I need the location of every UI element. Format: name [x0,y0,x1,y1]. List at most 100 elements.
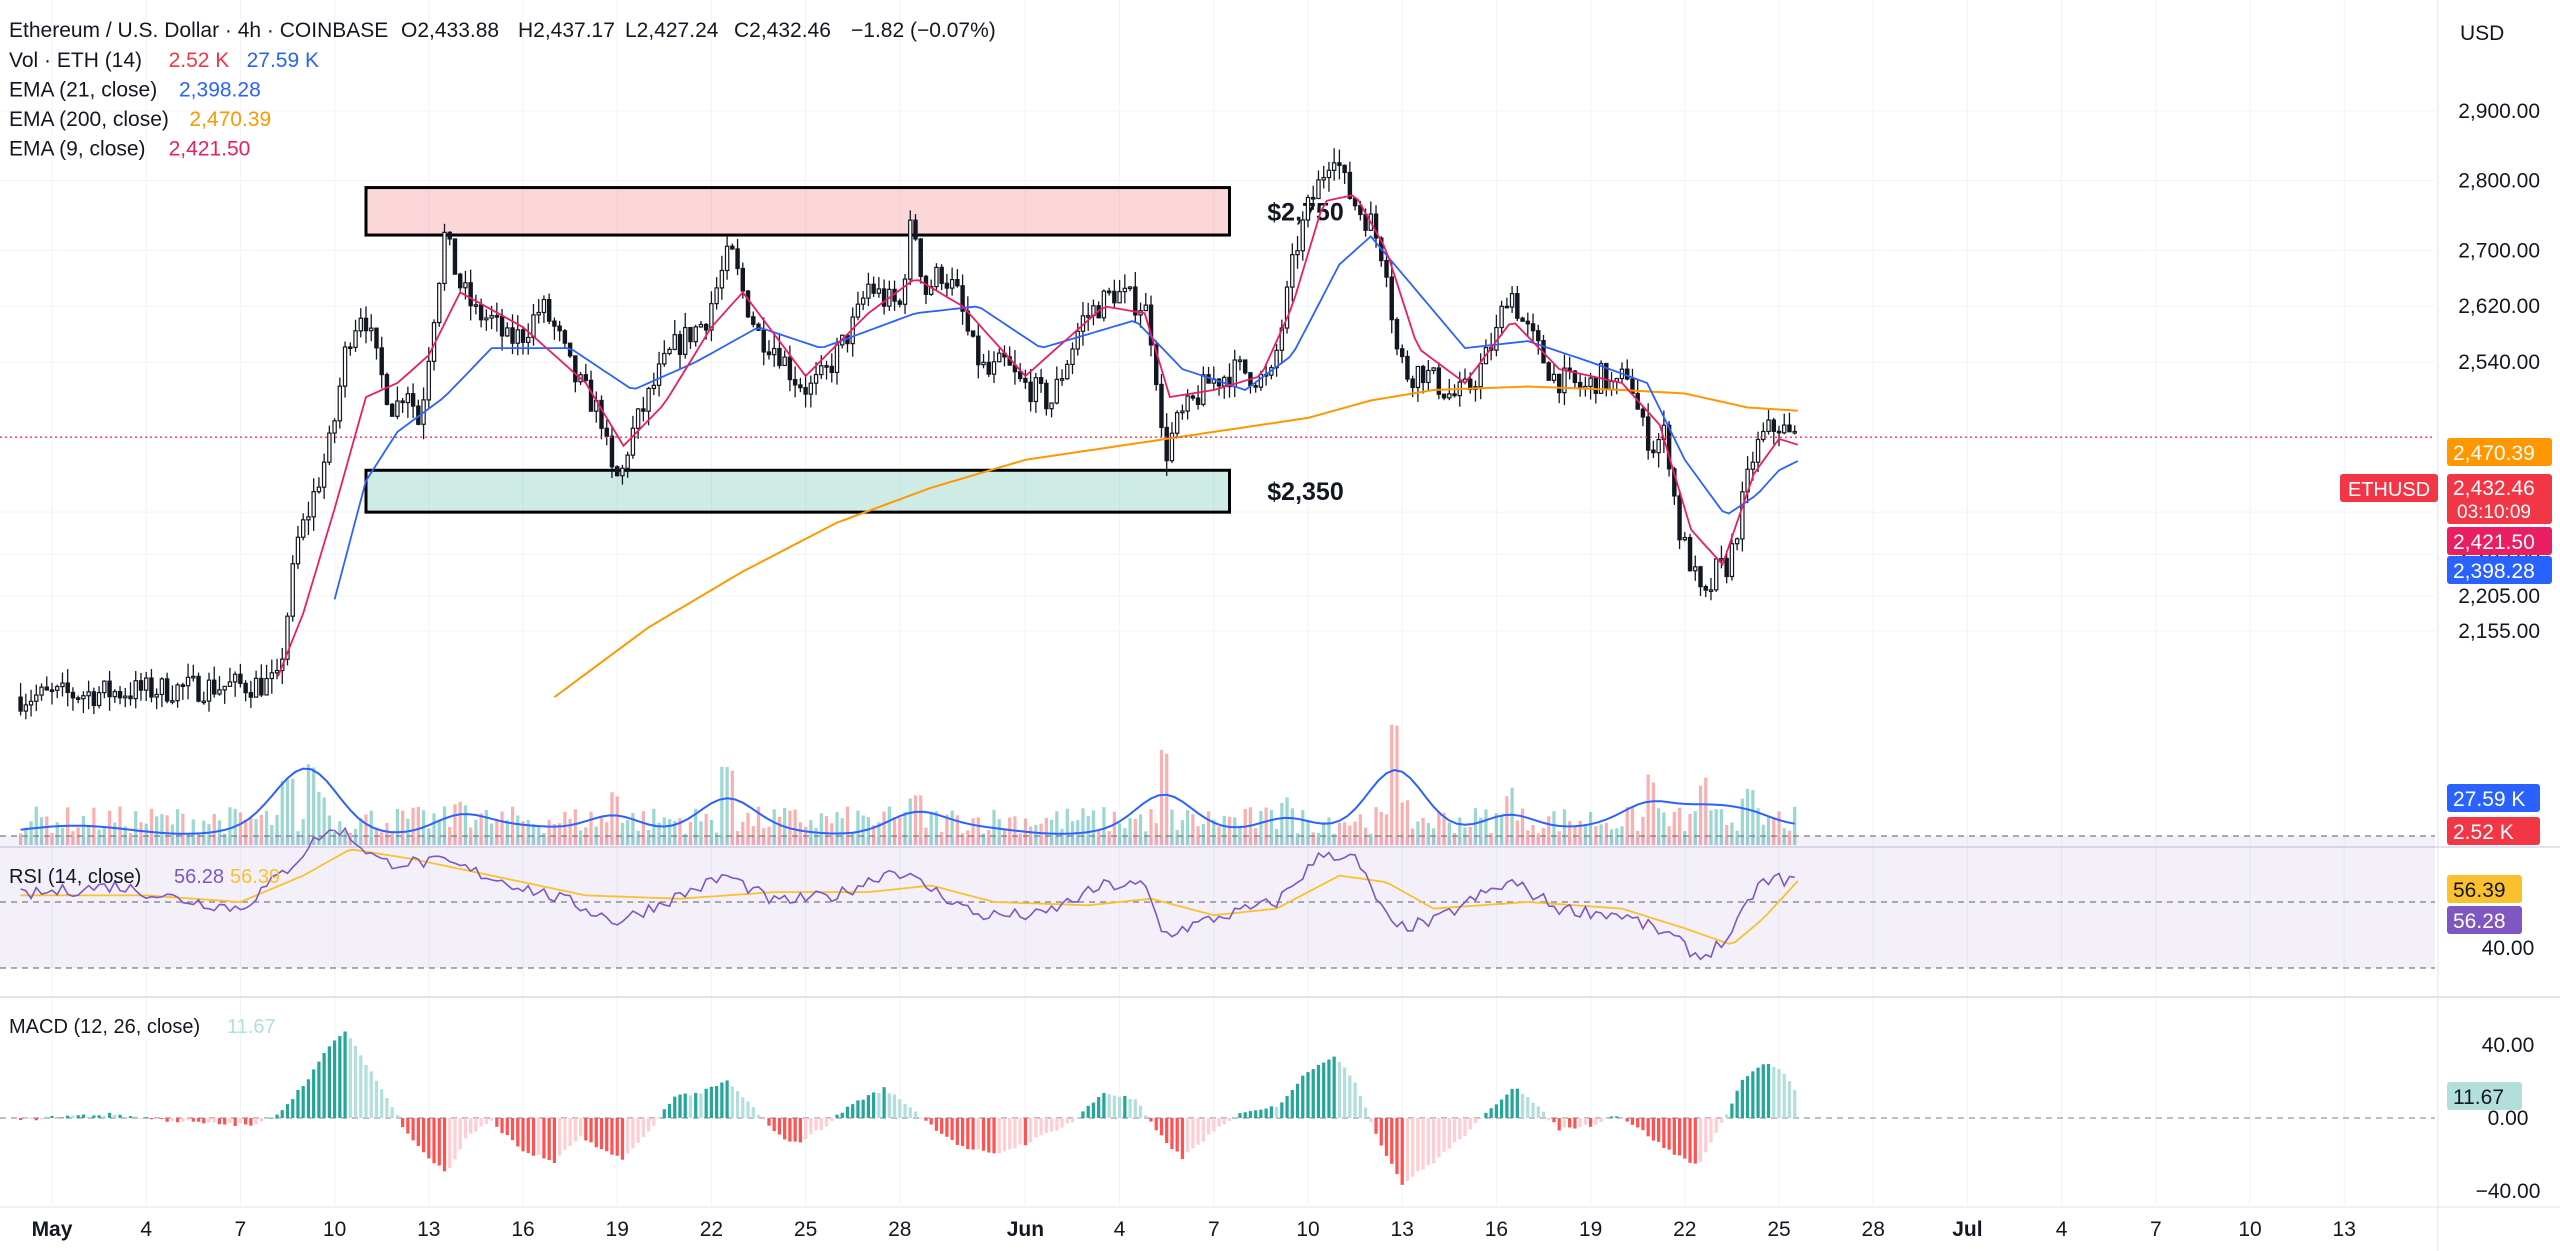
volume-ma-tag: 27.59 K [2453,788,2525,811]
macd-histogram-bar [463,1118,468,1139]
macd-histogram-bar [1086,1105,1090,1118]
macd-histogram-bar [1667,1118,1671,1150]
candle-body [1394,319,1400,350]
macd-histogram-bar [448,1118,452,1168]
macd-histogram-bar [830,1118,834,1121]
candle-body [1478,363,1483,388]
currency-label[interactable]: USD [2460,22,2504,45]
macd-histogram-bar [453,1118,457,1160]
macd-histogram-bar [735,1091,740,1118]
macd-histogram-bar [1573,1118,1577,1129]
candle-body [1059,378,1065,381]
macd-histogram-bar [1023,1118,1028,1146]
macd-histogram-bar [1431,1118,1436,1164]
candle-body [290,563,295,617]
zone-label: $2,750 [1267,198,1343,226]
candle-body [991,361,997,375]
macd-histogram-bar [1547,1118,1551,1121]
candle-body [363,317,369,332]
macd-histogram-bar [1295,1083,1300,1118]
macd-histogram-bar [756,1115,761,1118]
candle-body [625,454,630,469]
candle-body [143,677,149,691]
macd-histogram-bar [275,1114,279,1118]
candle-body [1562,367,1567,394]
macd-histogram-bar [1615,1116,1619,1118]
candle-body [159,678,165,696]
candle-body [369,327,374,332]
macd-title: MACD (12, 26, close) [9,1016,200,1038]
macd-histogram-bar [322,1052,326,1118]
macd-histogram-bar [1588,1118,1593,1127]
time-tick-label: 22 [700,1218,723,1241]
macd-histogram-bar [1233,1116,1237,1118]
candle-body [75,697,81,700]
macd-histogram-bar [1479,1118,1483,1119]
time-tick-label: 13 [417,1218,440,1241]
ema21-price-tag: 2,398.28 [2453,560,2535,583]
macd-histogram-bar [427,1118,431,1159]
macd-histogram-bar [558,1118,562,1156]
macd-histogram-bar [233,1118,237,1126]
candle-body [515,329,520,344]
macd-histogram-bar [1034,1118,1038,1138]
macd-histogram-bar [50,1115,54,1118]
chart-root[interactable]: $2,750 $2,350 RSI (14, close) 56.28 56.39 M… [0,0,2560,1251]
macd-histogram-bar [348,1038,352,1118]
macd-histogram-bar [1212,1118,1216,1132]
candle-body [217,689,222,695]
candle-body [1499,305,1504,329]
indicator-value: 2,398.28 [179,79,261,102]
macd-axis-label: 0.00 [2488,1107,2529,1130]
candle-body [1420,365,1426,384]
candle-body [751,316,756,325]
macd-histogram-bar [1625,1118,1629,1122]
volume-bar [1395,725,1399,845]
macd-histogram-bar [244,1118,248,1125]
time-tick-label: 7 [235,1218,247,1241]
candle-body [934,266,939,288]
candle-body [777,347,782,367]
macd-histogram-bar [1688,1118,1692,1163]
candle-body [1693,566,1698,572]
macd-histogram-bar [1630,1118,1635,1125]
macd-histogram-bar [160,1118,164,1119]
macd-histogram-bar [1206,1118,1211,1135]
candle-body [353,330,358,348]
candle-body [1750,461,1756,470]
macd-histogram-bar [589,1118,593,1143]
time-tick-label: 22 [1673,1218,1696,1241]
macd-histogram-bar [421,1118,426,1153]
macd-histogram-bar [207,1118,211,1123]
candle-body [536,311,541,316]
macd-histogram-bar [484,1118,488,1124]
candle-body [337,385,343,422]
macd-value-tag: 11.67 [2453,1086,2504,1109]
candle-body [677,334,683,355]
macd-histogram-bar [479,1118,483,1127]
candle-body [468,282,473,307]
candle-body [730,245,735,250]
candle-body [1787,424,1792,433]
macd-histogram-bar [1196,1118,1200,1145]
macd-histogram-bar [1782,1073,1786,1118]
candle-body [1389,276,1394,321]
candle-body [1237,359,1243,363]
candle-body [1242,359,1248,374]
candle-body [745,290,751,318]
candle-body [614,466,620,477]
candle-body [1326,169,1332,179]
macd-histogram-bar [1018,1118,1022,1145]
macd-histogram-bar [259,1118,263,1122]
macd-histogram-bar [390,1107,394,1118]
macd-histogram-bar [238,1118,243,1124]
macd-histogram-bar [505,1118,509,1136]
candle-body [96,692,102,707]
candle-body [264,677,269,696]
macd-histogram-bar [102,1116,106,1118]
candle-body [1399,348,1405,358]
candle-body [1426,369,1431,384]
macd-histogram-bar [338,1036,342,1118]
macd-histogram-bar [1049,1118,1054,1132]
candle-body [1441,393,1447,399]
